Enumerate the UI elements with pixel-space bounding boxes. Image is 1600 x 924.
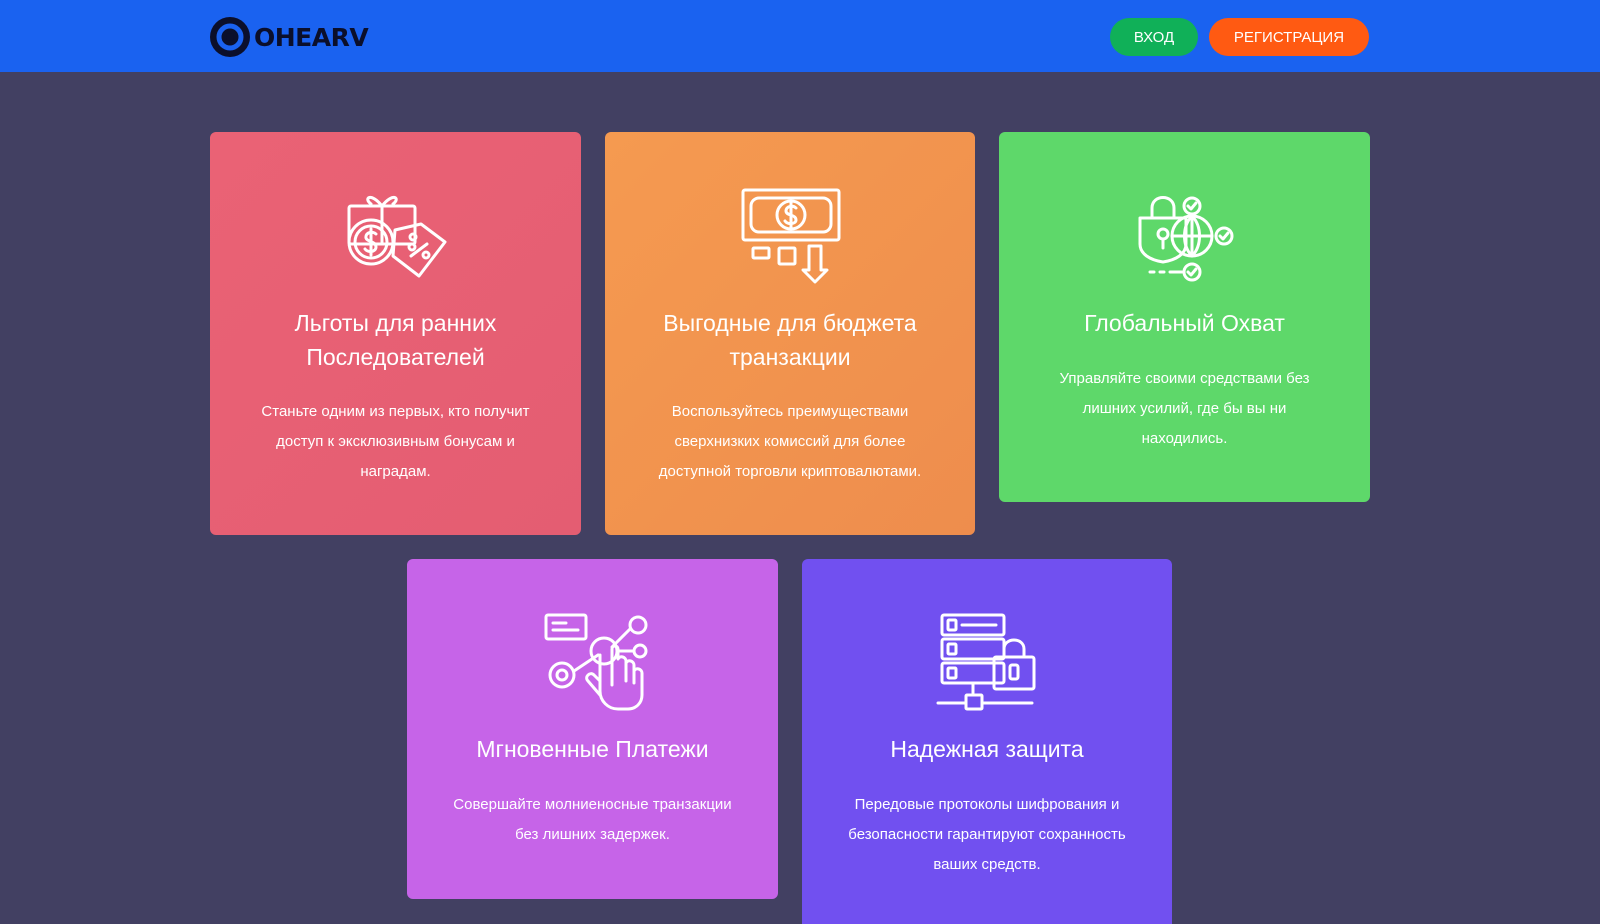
card-text-line: наградам. [360, 463, 431, 480]
card-text-line: лишних усилий, где бы вы ни [1082, 400, 1287, 417]
banknote-arrow-down-icon [741, 188, 841, 284]
lock-globe-network-icon [1138, 196, 1233, 282]
card-text-line: находились. [1141, 430, 1228, 447]
top-navbar: OHEARV ВХОД РЕГИСТРАЦИЯ [0, 0, 1600, 72]
card-title: Выгодные для бюджета транзакции [625, 306, 955, 374]
logo-icon [210, 17, 250, 57]
card-title: Мгновенные Платежи [476, 736, 709, 762]
card-description: Совершайте молниеносные транзакции без л… [445, 790, 740, 850]
server-lock-icon [936, 613, 1036, 711]
card-title-line: Выгодные для бюджета [663, 310, 917, 336]
card-text-line: Станьте одним из первых, кто получит [261, 403, 530, 420]
feature-card-early-adopters: Льготы для ранних Последователей Станьте… [210, 132, 581, 535]
card-text-line: Управляйте своими средствами без [1059, 370, 1310, 387]
logo-text: OHEARV [254, 22, 369, 52]
page: OHEARV ВХОД РЕГИСТРАЦИЯ Льготы для ранни… [0, 0, 1600, 924]
feature-card-reliable-security: Надежная защита Передовые протоколы шифр… [802, 559, 1172, 924]
feature-card-global-reach: Глобальный Охват Управляйте своими средс… [999, 132, 1370, 502]
login-button[interactable]: ВХОД [1110, 18, 1198, 56]
card-text-line: доступной торговли криптовалютами. [658, 463, 922, 480]
card-title: Надежная защита [890, 736, 1084, 762]
feature-card-instant-payments: Мгновенные Платежи Совершайте молниеносн… [407, 559, 778, 899]
card-title-line: Льготы для ранних [294, 310, 497, 336]
card-text-line: сверхнизких комиссий для более [674, 433, 906, 450]
card-description: Станьте одним из первых, кто получит дос… [248, 397, 543, 487]
card-description: Воспользуйтесь преимуществами сверхнизки… [643, 397, 937, 487]
card-title-line: Последователей [306, 344, 485, 370]
card-title-line: транзакции [729, 344, 851, 370]
card-text-line: Совершайте молниеносные транзакции [453, 796, 732, 813]
card-text-line: доступ к эксклюзивным бонусам и [276, 433, 515, 450]
register-button[interactable]: РЕГИСТРАЦИЯ [1209, 18, 1369, 56]
card-text-line: ваших средств. [933, 856, 1041, 873]
card-text-line: Передовые протоколы шифрования и [854, 796, 1120, 813]
card-text-line: без лишних задержек. [515, 826, 670, 843]
hand-tap-network-icon [544, 613, 647, 711]
card-title: Льготы для ранних Последователей [230, 306, 561, 374]
feature-card-budget-transactions: Выгодные для бюджета транзакции Воспольз… [605, 132, 975, 535]
card-description: Управляйте своими средствами без лишних … [1037, 364, 1332, 454]
card-text-line: безопасности гарантируют сохранность [848, 826, 1126, 843]
card-description: Передовые протоколы шифрования и безопас… [840, 790, 1134, 880]
card-title: Глобальный Охват [1084, 310, 1285, 336]
gift-coin-discount-icon [347, 196, 446, 278]
logo-link[interactable]: OHEARV [209, 16, 369, 58]
card-text-line: Воспользуйтесь преимуществами [671, 403, 909, 420]
